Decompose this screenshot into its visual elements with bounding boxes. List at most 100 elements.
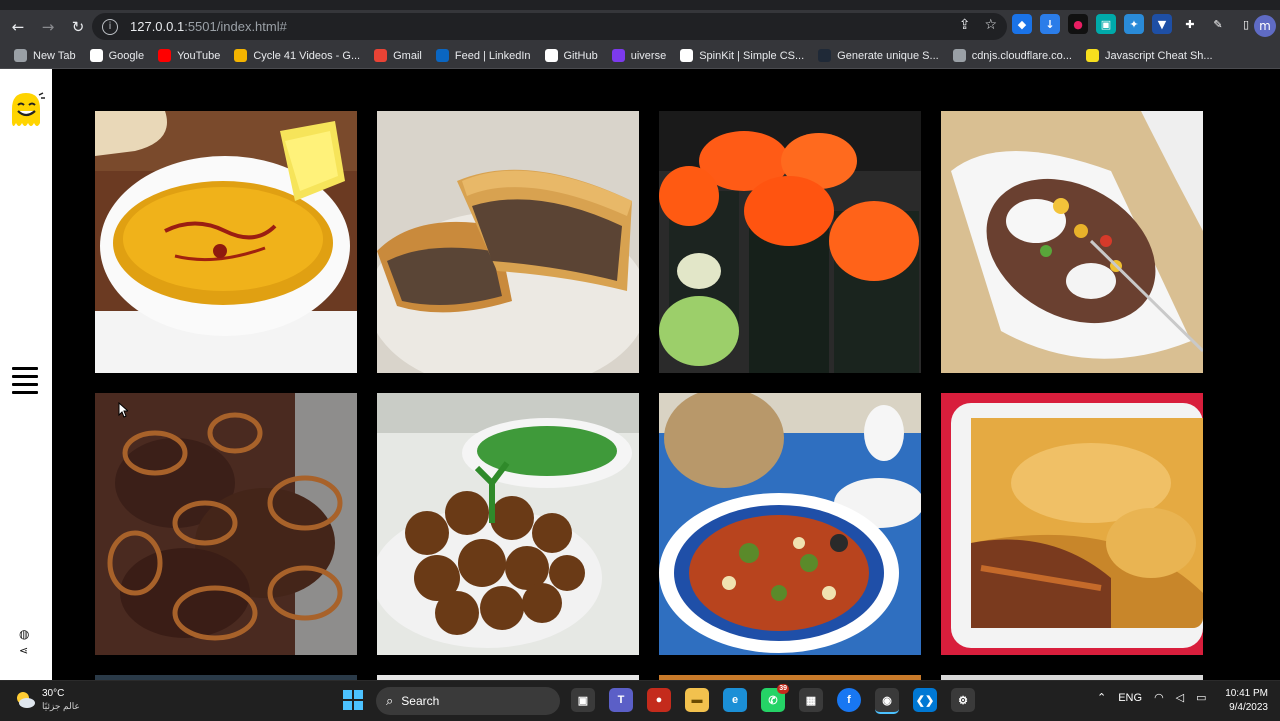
mouse-cursor-icon (118, 402, 128, 418)
bookmark-item[interactable]: YouTube (158, 49, 220, 62)
language-indicator[interactable]: ENG (1118, 692, 1142, 704)
volume-icon[interactable]: ◁ (1176, 691, 1184, 704)
download-icon[interactable]: ↓ (1040, 14, 1060, 34)
shield-icon[interactable]: ▼ (1152, 14, 1172, 34)
reload-button[interactable]: ↻ (66, 15, 90, 39)
github-icon (544, 49, 558, 62)
extension-icon[interactable]: ◆ (1012, 14, 1032, 34)
bookmark-item[interactable]: cdnjs.cloudflare.co... (952, 49, 1072, 62)
share-icon[interactable]: ⋖ (19, 644, 33, 658)
puzzle-icon[interactable]: ✚ (1180, 14, 1200, 34)
taskbar-search-label: Search (401, 694, 440, 708)
dot-icon (818, 49, 832, 62)
settings-gear-icon[interactable]: ⚙ (951, 688, 975, 712)
linkedin-icon (435, 49, 449, 62)
weather-temp: 30°C (42, 688, 65, 699)
bookmark-label: Feed | LinkedIn (454, 49, 531, 62)
wifi-icon[interactable]: ◠ (1154, 691, 1164, 704)
bookmark-item[interactable]: Generate unique S... (818, 49, 939, 62)
gallery-image-sushi[interactable] (659, 111, 921, 373)
browser-tab-strip (0, 0, 1280, 10)
bookmark-item[interactable]: Cycle 41 Videos - G... (234, 49, 360, 62)
bookmark-label: Google (108, 49, 145, 62)
file-explorer-icon[interactable]: ▬ (685, 688, 709, 712)
bookmark-label: uiverse (630, 49, 667, 62)
bookmark-item[interactable]: SpinKit | Simple CS... (680, 49, 804, 62)
url-host: 127.0.0.1 (130, 19, 185, 34)
camera-app-icon[interactable]: ● (647, 688, 671, 712)
gallery-image-liver-onions[interactable] (95, 393, 357, 655)
bookmark-item[interactable]: New Tab (14, 49, 76, 62)
side-panel-icon[interactable]: ▯ (1236, 14, 1256, 34)
bookmark-item[interactable]: Google (89, 49, 145, 62)
battery-icon[interactable]: ▭ (1196, 691, 1206, 704)
taskbar-search[interactable]: ⌕ Search (376, 687, 560, 715)
share-page-icon[interactable]: ⇪ (959, 17, 971, 33)
extension-icon[interactable]: ● (1068, 14, 1088, 34)
google-icon (89, 49, 103, 62)
bookmark-label: Javascript Cheat Sh... (1104, 49, 1213, 62)
spinkit-icon (680, 49, 694, 62)
bookmark-item[interactable]: GitHub (544, 49, 598, 62)
task-view-icon[interactable]: ▣ (571, 688, 595, 712)
bookmark-label: New Tab (33, 49, 76, 62)
bookmark-item[interactable]: Javascript Cheat Sh... (1085, 49, 1213, 62)
extensions-bar: ◆ ↓ ● ▣ ✦ ▼ ✚ ✎ ▯ (1012, 14, 1256, 34)
address-url: 127.0.0.1:5501/index.html# (130, 19, 287, 34)
pen-icon[interactable]: ✎ (1208, 14, 1228, 34)
bookmark-label: Cycle 41 Videos - G... (253, 49, 361, 62)
menu-icon[interactable] (12, 367, 38, 394)
bookmarks-bar: New Tab Google YouTube Cycle 41 Videos - G.… (0, 43, 1280, 69)
chevron-up-icon[interactable]: ⌃ (1097, 691, 1106, 704)
windows-taskbar: 30°C عالم جزئيًا ⌕ Search ▣ T ● ▬ e ✆ 39 … (0, 680, 1280, 721)
back-button[interactable]: ← (6, 15, 30, 39)
globe-icon (952, 49, 966, 62)
arrow-right-icon: → (41, 17, 55, 36)
clock-date: 9/4/2023 (1229, 702, 1268, 713)
sidebar: ◍ ⋖ (0, 69, 52, 680)
bookmark-label: cdnjs.cloudflare.co... (971, 49, 1072, 62)
drive-icon (234, 49, 248, 62)
smiley-logo-icon[interactable] (6, 89, 46, 133)
bookmark-item[interactable]: Feed | LinkedIn (435, 49, 531, 62)
bookmark-star-icon[interactable]: ☆ (984, 17, 997, 33)
weather-partly-cloudy-icon (17, 692, 35, 708)
clock-time: 10:41 PM (1225, 688, 1268, 699)
bookmark-item[interactable]: uiverse (611, 49, 667, 62)
bookmark-label: SpinKit | Simple CS... (699, 49, 805, 62)
teams-icon[interactable]: T (609, 688, 633, 712)
gallery-image-stuffed-potato[interactable] (941, 111, 1203, 373)
taskbar-apps: ▣ T ● ▬ e ✆ 39 ▦ f ◉ ❮❯ ⚙ (571, 684, 975, 714)
taskbar-clock[interactable]: 10:41 PM 9/4/2023 (1225, 687, 1268, 715)
chrome-icon[interactable]: ◉ (875, 688, 899, 714)
gallery-image-meat-pie[interactable] (377, 111, 639, 373)
extension-icon[interactable]: ▣ (1096, 14, 1116, 34)
globe-icon[interactable]: ◍ (19, 627, 33, 641)
profile-avatar[interactable]: m (1254, 15, 1276, 37)
bookmark-item[interactable]: Gmail (374, 49, 422, 62)
youtube-icon (158, 49, 172, 62)
gallery-image-lentil-soup[interactable] (95, 111, 357, 373)
windows-start-icon[interactable] (343, 690, 363, 710)
vscode-icon[interactable]: ❮❯ (913, 688, 937, 712)
store-icon[interactable]: ▦ (799, 688, 823, 712)
gallery-image-lasagna[interactable] (941, 393, 1203, 655)
gallery-image-falafel[interactable] (377, 393, 639, 655)
browser-toolbar: ← → ↻ i 127.0.0.1:5501/index.html# ⇪ ☆ ◆… (0, 10, 1280, 43)
bookmark-label: Generate unique S... (837, 49, 939, 62)
bookmark-label: YouTube (177, 49, 221, 62)
info-icon[interactable]: i (102, 18, 118, 35)
extension-icon[interactable]: ✦ (1124, 14, 1144, 34)
facebook-icon[interactable]: f (837, 688, 861, 712)
reload-icon: ↻ (71, 17, 85, 36)
weather-widget[interactable]: 30°C عالم جزئيًا (14, 687, 80, 713)
globe-icon (14, 49, 27, 62)
bookmark-label: GitHub (563, 49, 598, 62)
search-icon: ⌕ (386, 693, 394, 708)
edge-icon[interactable]: e (723, 688, 747, 712)
gallery-image-salad-platter[interactable] (659, 393, 921, 655)
address-bar[interactable]: i 127.0.0.1:5501/index.html# ⇪ ☆ (92, 13, 1007, 40)
whatsapp-icon[interactable]: ✆ 39 (761, 684, 789, 712)
forward-button[interactable]: → (36, 15, 60, 39)
weather-desc: عالم جزئيًا (42, 701, 80, 711)
